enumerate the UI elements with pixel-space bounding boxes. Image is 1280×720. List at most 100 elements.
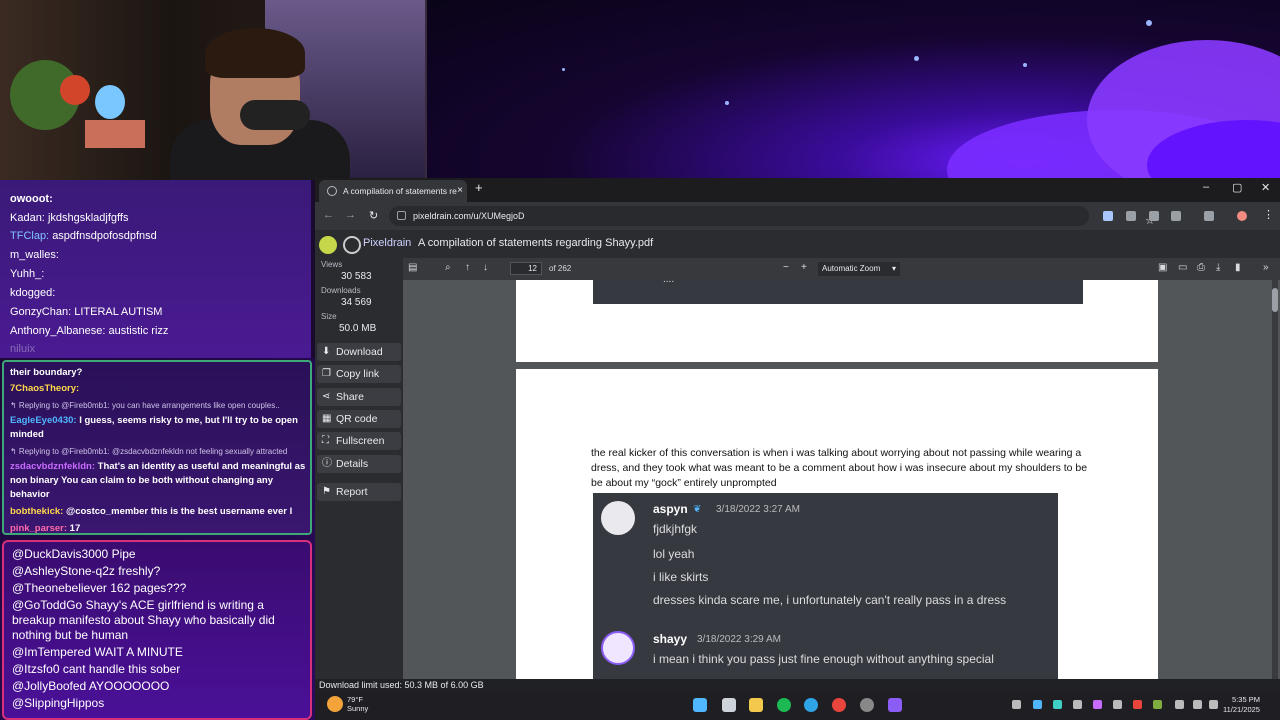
tray-app-icon[interactable] (1073, 700, 1082, 709)
print-icon[interactable]: ⎙ (1197, 262, 1205, 273)
menu-toggle-icon[interactable] (319, 236, 337, 254)
qr-code-button[interactable]: ▦ QR code (317, 410, 401, 428)
profile-avatar[interactable] (1237, 211, 1247, 221)
tray-app-icon[interactable] (1033, 700, 1042, 709)
open-file-icon[interactable]: ▭ (1178, 262, 1187, 273)
star (1023, 63, 1027, 67)
clock-date: 11/21/2025 (1223, 705, 1260, 714)
discord-message: i mean i think you pass just fine enough… (653, 652, 994, 666)
app-icon[interactable] (888, 698, 902, 712)
report-button[interactable]: ⚑ Report (317, 483, 401, 501)
more-tools-icon[interactable]: » (1263, 262, 1269, 273)
chat-username: @DuckDavis3000 (12, 547, 109, 561)
cam-toy (95, 85, 125, 119)
weather-sun-icon[interactable] (327, 696, 343, 712)
chat-message: WAIT A MINUTE (94, 645, 183, 659)
zoom-value: Automatic Zoom (822, 264, 881, 273)
sidebar-toggle-icon[interactable]: ▤ (408, 262, 417, 273)
chat-message: 17 (69, 523, 81, 534)
chat-username: GonzyChan: (10, 306, 72, 318)
chat-line: @SlippingHippos (12, 696, 308, 711)
zoom-in-icon[interactable]: + (801, 262, 807, 273)
pixeldrain-header: Pixeldrain A compilation of statements r… (315, 230, 1280, 258)
zoom-select[interactable]: Automatic Zoom ▾ (818, 262, 900, 276)
presentation-mode-icon[interactable]: ▣ (1158, 262, 1167, 273)
chrome-icon[interactable] (832, 698, 846, 712)
steam-icon[interactable] (860, 698, 874, 712)
site-info-icon[interactable] (397, 211, 406, 220)
copy-link-button[interactable]: ❐ Copy link (317, 365, 401, 383)
reload-button[interactable]: ↻ (369, 209, 378, 222)
tray-app-icon[interactable] (1153, 700, 1162, 709)
task-view-icon[interactable] (722, 698, 736, 712)
zoom-out-icon[interactable]: − (783, 262, 789, 273)
tray-overflow-icon[interactable] (1012, 700, 1021, 709)
chat-username: owooot: (10, 193, 53, 205)
url-text: pixeldrain.com/u/XUMegjoD (413, 211, 525, 221)
page-number-input[interactable]: 12 (510, 262, 542, 275)
maximize-button[interactable]: ▢ (1232, 181, 1242, 194)
share-button[interactable]: ⋖ Share (317, 388, 401, 406)
avatar (601, 501, 635, 535)
pdf-scrollbar[interactable] (1272, 280, 1278, 691)
chat-username: @Itzsfo0 (12, 662, 60, 676)
file-explorer-icon[interactable] (749, 698, 763, 712)
button-label: Details (336, 458, 369, 470)
scrollbar-thumb[interactable] (1272, 288, 1278, 312)
forward-button[interactable]: → (345, 209, 356, 221)
button-label: Report (336, 486, 368, 498)
chat-username: Anthony_Albanese: (10, 325, 106, 337)
chat-username: @GoToddGo (12, 598, 83, 612)
next-page-icon[interactable]: ↓ (483, 262, 488, 273)
star (914, 56, 919, 61)
battery-icon[interactable] (1209, 700, 1218, 709)
file-title: A compilation of statements regarding Sh… (418, 237, 654, 249)
download-button[interactable]: ⬇ Download (317, 343, 401, 361)
previous-page-icon[interactable]: ↑ (465, 262, 470, 273)
tray-app-icon[interactable] (1053, 700, 1062, 709)
extensions-puzzle-icon[interactable] (1171, 211, 1181, 221)
spotify-icon[interactable] (777, 698, 791, 712)
chat-username: TFClap: (10, 230, 50, 242)
volume-icon[interactable] (1193, 700, 1202, 709)
pixeldrain-logo-icon[interactable] (343, 236, 361, 254)
save-icon[interactable]: ⤓ (1216, 262, 1220, 273)
edge-icon[interactable] (804, 698, 818, 712)
bookmark-icon[interactable]: ▮ (1235, 262, 1241, 273)
browser-menu-button[interactable]: ⋮ (1263, 208, 1274, 221)
back-button[interactable]: ← (323, 209, 334, 221)
side-panel-icon[interactable] (1204, 211, 1214, 221)
tray-app-icon[interactable] (1093, 700, 1102, 709)
chat-line: @DuckDavis3000 Pipe (12, 547, 308, 562)
pixeldrain-brand[interactable]: Pixeldrain (363, 237, 411, 249)
tray-app-icon[interactable] (1133, 700, 1142, 709)
fullscreen-button[interactable]: ⛶ Fullscreen (317, 432, 401, 450)
weather-widget[interactable]: 79°F Sunny (347, 695, 368, 713)
system-clock[interactable]: 5:35 PM 11/21/2025 (1223, 695, 1260, 715)
navigation-bar: ← → ↻ pixeldrain.com/u/XUMegjoD ☆ ⋮ (315, 202, 1280, 230)
tab-close-button[interactable]: × (457, 180, 463, 202)
tray-app-icon[interactable] (1113, 700, 1122, 709)
chat-line: Yuhh_: (10, 268, 44, 280)
extension-icon[interactable] (1103, 211, 1113, 221)
chat-reply-context: ↰ Replying to @Fireb0mb1: you can have a… (10, 401, 280, 410)
chat-line: pink_parser: 17 (10, 522, 310, 536)
chat-line: @ImTempered WAIT A MINUTE (12, 645, 308, 660)
weather-condition: Sunny (347, 704, 369, 713)
windows-start-icon[interactable] (693, 698, 707, 712)
network-icon[interactable] (1175, 700, 1184, 709)
tab-bar: A compilation of statements re × + – ▢ ✕ (315, 178, 1280, 202)
extension-icon[interactable] (1149, 211, 1159, 221)
close-window-button[interactable]: ✕ (1261, 181, 1270, 194)
details-button[interactable]: ⓘ Details (317, 455, 401, 473)
minimize-button[interactable]: – (1203, 181, 1209, 193)
pdf-paragraph: the real kicker of this conversation is … (591, 447, 1088, 489)
browser-tab[interactable]: A compilation of statements re × (319, 180, 467, 202)
new-tab-button[interactable]: + (475, 180, 483, 195)
search-icon[interactable]: ⌕ (445, 262, 451, 273)
download-icon: ⬇ (322, 346, 331, 357)
extension-icon[interactable] (1126, 211, 1136, 221)
chat-line: @Theonebeliever 162 pages??? (12, 581, 308, 596)
address-bar[interactable]: pixeldrain.com/u/XUMegjoD ☆ (389, 206, 1155, 227)
download-limit-status: Download limit used: 50.3 MB of 6.00 GB (315, 679, 1280, 691)
